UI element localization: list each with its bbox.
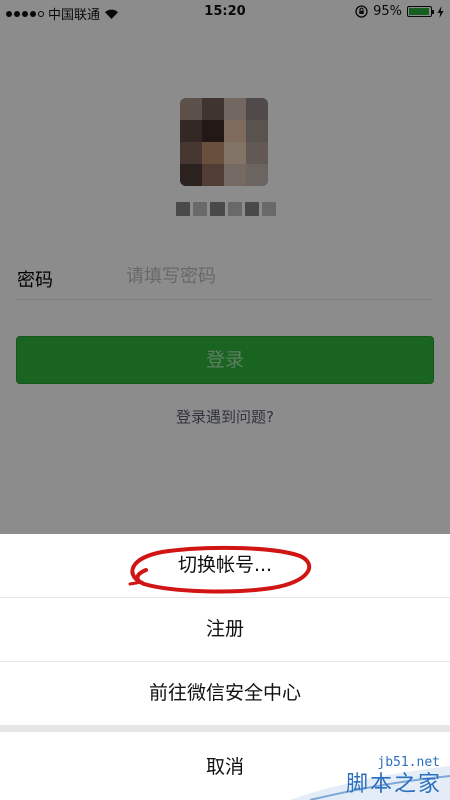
watermark-name: 脚本之家 <box>345 772 442 797</box>
watermark: jb51.net 脚本之家 <box>250 742 450 800</box>
register-button[interactable]: 注册 <box>0 598 450 661</box>
switch-account-button[interactable]: 切换帐号... <box>0 534 450 597</box>
security-center-button[interactable]: 前往微信安全中心 <box>0 662 450 725</box>
